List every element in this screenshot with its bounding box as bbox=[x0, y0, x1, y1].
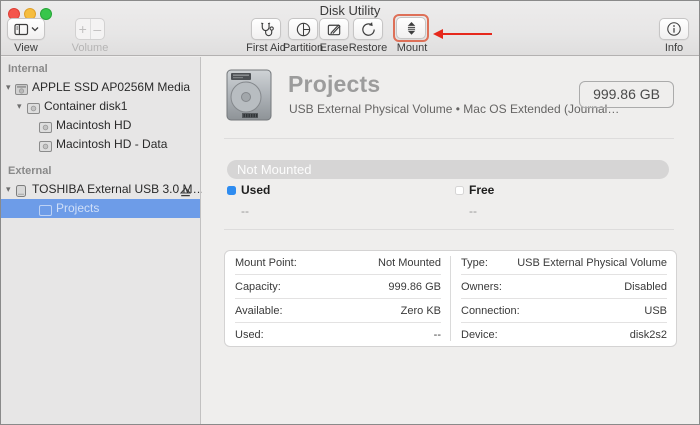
view-label: View bbox=[14, 42, 38, 54]
used-color-swatch bbox=[227, 185, 236, 195]
detail-label: Owners: bbox=[461, 280, 502, 293]
erase-button[interactable] bbox=[319, 18, 349, 40]
annotation-arrow-line bbox=[442, 33, 492, 35]
detail-row-device: Device: disk2s2 bbox=[461, 323, 667, 346]
window-title: Disk Utility bbox=[319, 3, 381, 18]
detail-value: USB External Physical Volume bbox=[517, 256, 667, 269]
detail-label: Capacity: bbox=[235, 280, 281, 293]
restore-undo-arrow-icon bbox=[360, 21, 377, 38]
sidebar-item-apple-ssd[interactable]: ▾ APPLE SSD AP0256M Media bbox=[1, 78, 200, 97]
disclosure-triangle-icon[interactable]: ▾ bbox=[6, 180, 11, 199]
sidebar-item-toshiba-external[interactable]: ▾ TOSHIBA External USB 3.0 M… bbox=[1, 180, 205, 199]
volume-title: Projects bbox=[288, 71, 381, 97]
sidebar-item-projects[interactable]: Projects bbox=[1, 199, 200, 218]
sidebar-item-label: Macintosh HD - Data bbox=[56, 137, 168, 151]
free-value: -- bbox=[469, 204, 477, 218]
add-volume-button[interactable]: + bbox=[76, 19, 91, 39]
restore-label: Restore bbox=[348, 42, 388, 54]
stethoscope-icon bbox=[258, 21, 275, 38]
volume-label: Volume bbox=[71, 42, 109, 54]
sidebar-item-label: Projects bbox=[56, 201, 100, 215]
used-value: -- bbox=[241, 204, 249, 218]
detail-row-mount-point: Mount Point: Not Mounted bbox=[235, 251, 441, 275]
first-aid-button[interactable] bbox=[251, 18, 281, 40]
disclosure-triangle-icon[interactable]: ▾ bbox=[6, 78, 11, 97]
info-button[interactable] bbox=[659, 18, 689, 40]
header-divider bbox=[224, 138, 674, 139]
volume-subtitle: USB External Physical Volume • Mac OS Ex… bbox=[289, 102, 620, 116]
disk-utility-window: Disk Utility View + – Volume First Aid P… bbox=[0, 0, 700, 425]
detail-label: Device: bbox=[461, 328, 498, 341]
size-badge: 999.86 GB bbox=[579, 81, 674, 108]
detail-value: Disabled bbox=[624, 280, 667, 293]
detail-label: Available: bbox=[235, 304, 283, 317]
main-content: Projects USB External Physical Volume • … bbox=[202, 57, 699, 424]
details-left-column: Mount Point: Not Mounted Capacity: 999.8… bbox=[225, 251, 450, 346]
erase-pencil-icon bbox=[326, 21, 343, 38]
info-icon bbox=[666, 21, 682, 37]
details-right-column: Type: USB External Physical Volume Owner… bbox=[451, 251, 676, 346]
detail-label: Type: bbox=[461, 256, 488, 269]
used-label: Used bbox=[241, 183, 271, 197]
detail-label: Used: bbox=[235, 328, 264, 341]
sidebar: Internal ▾ APPLE SSD AP0256M Media ▾ Con… bbox=[1, 57, 205, 424]
detail-row-type: Type: USB External Physical Volume bbox=[461, 251, 667, 275]
volume-add-remove-control[interactable]: + – bbox=[75, 18, 105, 40]
legend-free: Free -- bbox=[455, 183, 494, 218]
disclosure-triangle-icon[interactable]: ▾ bbox=[17, 97, 22, 116]
legend-used: Used -- bbox=[227, 183, 270, 218]
legend-divider bbox=[224, 229, 674, 230]
free-label: Free bbox=[469, 183, 495, 197]
volume-disk-icon bbox=[39, 139, 52, 158]
details-table: Mount Point: Not Mounted Capacity: 999.8… bbox=[224, 250, 677, 347]
not-mounted-bar: Not Mounted bbox=[227, 160, 669, 179]
sidebar-item-container-disk1[interactable]: ▾ Container disk1 bbox=[1, 97, 200, 116]
detail-row-used: Used: -- bbox=[235, 323, 441, 346]
free-color-swatch bbox=[455, 185, 464, 195]
sidebar-item-label: APPLE SSD AP0256M Media bbox=[32, 80, 191, 94]
detail-value: Zero KB bbox=[400, 304, 441, 317]
remove-volume-button[interactable]: – bbox=[91, 19, 105, 39]
detail-value: disk2s2 bbox=[629, 328, 667, 341]
sidebar-item-macintosh-hd[interactable]: Macintosh HD bbox=[1, 116, 200, 135]
sidebar-item-label: Container disk1 bbox=[44, 99, 128, 113]
detail-value: -- bbox=[433, 328, 441, 341]
detail-row-capacity: Capacity: 999.86 GB bbox=[235, 275, 441, 299]
volume-disk-icon-faded bbox=[39, 203, 52, 222]
chevron-down-icon bbox=[31, 26, 39, 32]
detail-label: Connection: bbox=[461, 304, 520, 317]
sidebar-item-macintosh-hd-data[interactable]: Macintosh HD - Data bbox=[1, 135, 200, 154]
detail-value: 999.86 GB bbox=[388, 280, 441, 293]
detail-row-available: Available: Zero KB bbox=[235, 299, 441, 323]
sidebar-item-label: TOSHIBA External USB 3.0 M… bbox=[32, 182, 205, 196]
mount-icon bbox=[404, 20, 419, 37]
detail-row-owners: Owners: Disabled bbox=[461, 275, 667, 299]
detail-value: Not Mounted bbox=[378, 256, 441, 269]
mount-highlight-box bbox=[393, 14, 429, 42]
detail-label: Mount Point: bbox=[235, 256, 297, 269]
mount-button[interactable] bbox=[396, 17, 426, 39]
sidebar-section-external: External bbox=[8, 165, 52, 177]
sidebar-item-label: Macintosh HD bbox=[56, 118, 132, 132]
detail-row-connection: Connection: USB bbox=[461, 299, 667, 323]
pie-partition-icon bbox=[295, 21, 312, 38]
view-button[interactable] bbox=[7, 18, 45, 40]
mount-label: Mount bbox=[396, 42, 428, 54]
detail-value: USB bbox=[644, 304, 667, 317]
titlebar-toolbar: Disk Utility View + – Volume First Aid P… bbox=[1, 1, 699, 56]
sidebar-view-icon bbox=[13, 23, 29, 36]
restore-button[interactable] bbox=[353, 18, 383, 40]
hard-drive-icon bbox=[226, 69, 272, 126]
info-label: Info bbox=[664, 42, 684, 54]
annotation-arrow-head bbox=[433, 29, 443, 39]
sidebar-section-internal: Internal bbox=[8, 63, 48, 75]
partition-button[interactable] bbox=[288, 18, 318, 40]
